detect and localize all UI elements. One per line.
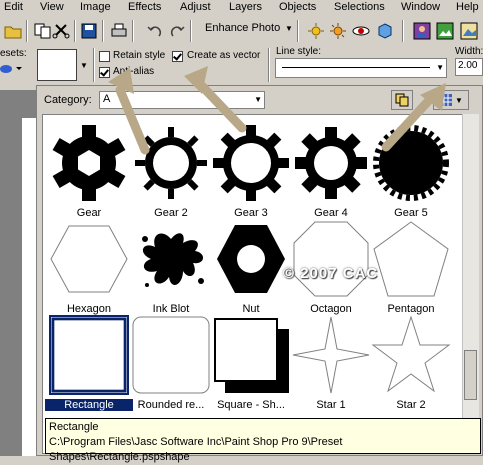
- menu-edit[interactable]: Edit: [4, 1, 23, 13]
- chevron-down-icon[interactable]: ▼: [285, 24, 293, 33]
- toolbar-separator: [74, 20, 76, 42]
- shape-label: Pentagon: [387, 303, 435, 315]
- annotation-arrow: [108, 68, 150, 155]
- shape-grid: Gear Gear 2 Gear 3 Gear 4 Gear 5 Hexagon…: [42, 114, 464, 454]
- toolbar-separator: [190, 20, 192, 42]
- canvas-edge: [22, 118, 36, 456]
- annotation-arrow: [184, 66, 247, 133]
- toolbar-separator: [297, 20, 299, 42]
- shape-label: Rectangle: [45, 399, 133, 411]
- options-separator: [93, 48, 95, 82]
- menu-layers[interactable]: Layers: [229, 1, 262, 13]
- star-1-icon: [292, 316, 370, 394]
- cube-icon[interactable]: [374, 20, 396, 42]
- shape-dropdown[interactable]: [37, 49, 77, 81]
- category-label: Category:: [44, 94, 92, 106]
- ink-blot-icon: [142, 233, 204, 287]
- nut-icon: [217, 225, 285, 293]
- shape-label: Star 2: [396, 399, 426, 411]
- tooltip: Rectangle C:\Program Files\Jasc Software…: [45, 418, 481, 463]
- enhance-photo-menu[interactable]: Enhance Photo: [205, 22, 280, 34]
- chevron-down-icon[interactable]: ▼: [254, 95, 262, 104]
- shape-label: Gear 4: [314, 207, 348, 219]
- menu-effects[interactable]: Effects: [128, 1, 161, 13]
- gear-4-icon: [295, 127, 367, 199]
- portrait-icon[interactable]: [411, 20, 433, 42]
- options-separator: [268, 48, 270, 82]
- print-icon[interactable]: [108, 20, 130, 42]
- toolbar-separator: [26, 20, 28, 42]
- toolbar-separator: [132, 20, 134, 42]
- square-shadow-icon: [214, 318, 289, 393]
- one-step-fix-icon[interactable]: [305, 20, 327, 42]
- tooltip-title: Rectangle: [49, 421, 99, 433]
- chevron-down-icon[interactable]: ▼: [436, 63, 444, 72]
- shape-label: Gear 2: [154, 207, 188, 219]
- line-style-label: Line style:: [276, 46, 322, 57]
- green-image-icon[interactable]: [434, 20, 456, 42]
- shape-label: Ink Blot: [152, 303, 190, 315]
- menu-selections[interactable]: Selections: [334, 1, 385, 13]
- redo-icon[interactable]: [166, 20, 188, 42]
- menu-view[interactable]: View: [40, 1, 64, 13]
- menu-bar: Edit View Image Effects Adjust Layers Ob…: [0, 0, 483, 16]
- shape-label: Nut: [242, 303, 260, 315]
- width-input[interactable]: 2.00: [455, 58, 483, 76]
- shape-label: Gear: [76, 207, 102, 219]
- toolbar-separator: [402, 20, 404, 42]
- toolbar-separator: [102, 20, 104, 42]
- sun-icon[interactable]: [327, 20, 349, 42]
- presets-label: esets:: [0, 48, 27, 59]
- shape-label: Octagon: [310, 303, 352, 315]
- tooltip-path: C:\Program Files\Jasc Software Inc\Paint…: [49, 436, 343, 463]
- cut-icon[interactable]: [50, 20, 72, 42]
- red-eye-icon[interactable]: [350, 20, 372, 42]
- rectangle-icon: [49, 315, 129, 395]
- scrollbar-thumb[interactable]: [464, 350, 477, 400]
- pentagon-icon: [373, 221, 449, 297]
- undo-icon[interactable]: [144, 20, 166, 42]
- menu-adjust[interactable]: Adjust: [180, 1, 211, 13]
- shape-label: Gear 3: [234, 207, 268, 219]
- chevron-down-icon[interactable]: ▼: [80, 49, 92, 81]
- watermark-text: © 2007 CAC: [283, 265, 379, 282]
- menu-objects[interactable]: Objects: [279, 1, 316, 13]
- star-2-icon: [371, 315, 451, 393]
- menu-image[interactable]: Image: [80, 1, 111, 13]
- menu-help[interactable]: Help: [456, 1, 479, 13]
- annotation-arrow: [381, 83, 446, 152]
- main-toolbar: Enhance Photo ▼: [0, 16, 483, 47]
- rounded-rectangle-icon: [132, 316, 210, 394]
- shape-label: Gear 5: [394, 207, 428, 219]
- preset-shape-icon[interactable]: [0, 64, 22, 74]
- width-label: Width:: [455, 46, 483, 57]
- hexagon-icon: [50, 225, 128, 293]
- shape-label: Rounded re...: [137, 399, 205, 411]
- shape-label: Hexagon: [66, 303, 112, 315]
- menu-window[interactable]: Window: [401, 1, 440, 13]
- landscape-icon[interactable]: [458, 20, 480, 42]
- shape-grid-scrollbar[interactable]: [462, 114, 479, 452]
- save-icon[interactable]: [78, 20, 100, 42]
- open-folder-icon[interactable]: [2, 20, 24, 42]
- shape-label: Square - Sh...: [217, 399, 285, 411]
- octagon-icon: [293, 221, 369, 297]
- shape-label: Star 1: [316, 399, 346, 411]
